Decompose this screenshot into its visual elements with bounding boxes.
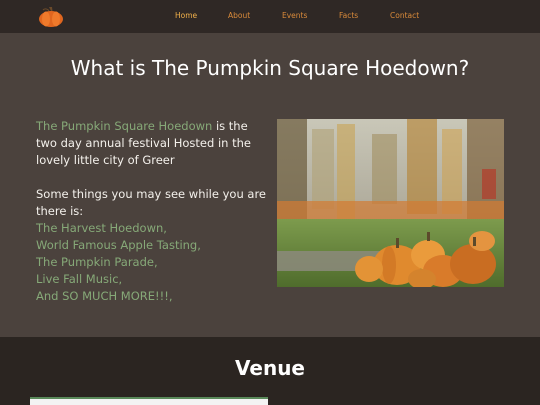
- pumpkin-logo-icon[interactable]: [37, 6, 65, 28]
- intro-paragraph-2: Some things you may see while you are th…: [36, 187, 266, 218]
- intro-paragraph-1: The Pumpkin Square Hoedown is the two da…: [36, 118, 271, 169]
- pumpkin-photo-image: [277, 119, 504, 287]
- list-item: World Famous Apple Tasting,: [36, 238, 201, 252]
- list-item: And SO MUCH MORE!!!,: [36, 289, 173, 303]
- list-item: Live Fall Music,: [36, 272, 123, 286]
- page-title: What is The Pumpkin Square Hoedown?: [70, 56, 470, 80]
- list-item: The Harvest Hoedown,: [36, 221, 167, 235]
- nav-events[interactable]: Events: [282, 11, 307, 20]
- list-item: The Pumpkin Parade,: [36, 255, 158, 269]
- intro-copy: The Pumpkin Square Hoedown is the two da…: [36, 118, 271, 305]
- venue-map-embed[interactable]: [30, 397, 268, 405]
- festival-name-link[interactable]: The Pumpkin Square Hoedown: [36, 119, 212, 133]
- nav-contact[interactable]: Contact: [390, 11, 419, 20]
- pumpkin-photo: [277, 119, 504, 287]
- venue-title: Venue: [235, 356, 305, 380]
- nav-home[interactable]: Home: [175, 11, 197, 20]
- top-navbar: Home About Events Facts Contact: [0, 0, 540, 33]
- nav-about[interactable]: About: [228, 11, 250, 20]
- nav-facts[interactable]: Facts: [339, 11, 358, 20]
